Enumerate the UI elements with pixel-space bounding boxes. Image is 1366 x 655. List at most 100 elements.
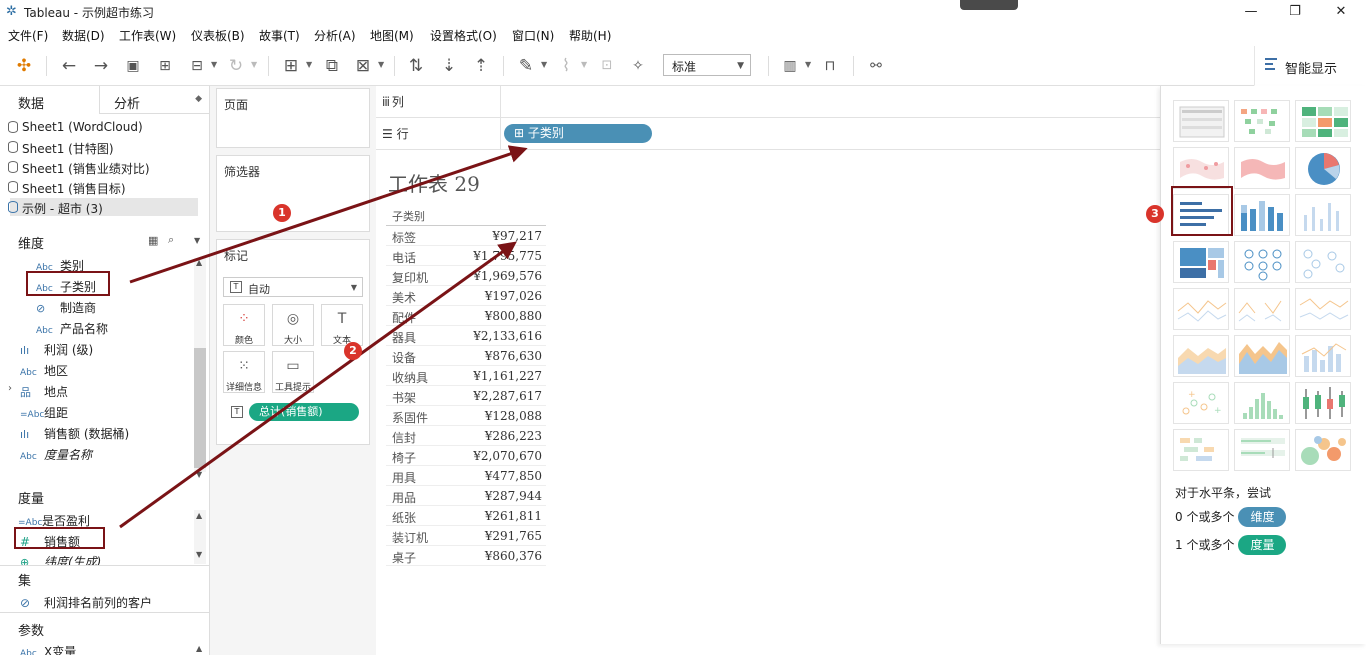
- chart-type-dual-lines[interactable]: [1295, 288, 1351, 330]
- table-row[interactable]: 纸张 ¥261,811: [386, 506, 546, 526]
- table-row[interactable]: 美术 ¥197,026: [386, 286, 546, 306]
- field-location[interactable]: 品地点: [20, 383, 68, 400]
- scroll-down-icon[interactable]: ▼: [196, 470, 202, 479]
- detail-button[interactable]: ⁙ 详细信息: [223, 351, 265, 393]
- color-button[interactable]: ⁘ 颜色: [223, 304, 265, 346]
- menu-format[interactable]: 设置格式(O): [430, 27, 497, 44]
- table-row[interactable]: 电话 ¥1,795,775: [386, 246, 546, 266]
- chart-type-dual-combination[interactable]: [1295, 335, 1351, 377]
- table-row[interactable]: 用品 ¥287,944: [386, 486, 546, 506]
- datasource-item[interactable]: Sheet1 (销售目标): [8, 180, 126, 197]
- dropdown-arrow-icon[interactable]: ▼: [378, 60, 384, 69]
- dropdown-arrow-icon[interactable]: ▼: [211, 60, 217, 69]
- field-region[interactable]: Abc 地区: [20, 362, 68, 379]
- dropdown-arrow-icon[interactable]: ▼: [251, 60, 257, 69]
- undo-icon[interactable]: ←: [57, 55, 81, 77]
- clear-sheet-icon[interactable]: ⊠: [351, 55, 375, 77]
- menu-map[interactable]: 地图(M): [370, 27, 414, 44]
- table-row[interactable]: 复印机 ¥1,969,576: [386, 266, 546, 286]
- expand-arrow-icon[interactable]: ›: [8, 383, 12, 394]
- field-latitude[interactable]: ⊕ 纬度(生成): [20, 553, 101, 565]
- table-row[interactable]: 标签 ¥97,217: [386, 226, 546, 246]
- pause-updates-icon[interactable]: ⊟: [185, 55, 209, 77]
- table-row[interactable]: 用具 ¥477,850: [386, 466, 546, 486]
- chart-type-heat-map[interactable]: [1234, 100, 1290, 142]
- datasource-item[interactable]: Sheet1 (销售业绩对比): [8, 160, 150, 177]
- table-row[interactable]: 设备 ¥876,630: [386, 346, 546, 366]
- show-cards-icon[interactable]: ▥: [778, 55, 802, 77]
- chart-type-area-discrete[interactable]: [1234, 335, 1290, 377]
- fix-axes-icon[interactable]: ✧: [626, 55, 650, 77]
- swap-rows-columns-icon[interactable]: ⇅: [404, 55, 428, 77]
- text-button[interactable]: T 文本: [321, 304, 363, 346]
- chart-type-discrete-lines[interactable]: [1234, 288, 1290, 330]
- field-sales-bin[interactable]: ılı 销售额 (数据桶): [20, 425, 129, 442]
- share-icon[interactable]: ⚯: [864, 55, 888, 77]
- chart-type-histogram[interactable]: [1234, 382, 1290, 424]
- dropdown-arrow-icon[interactable]: ▼: [805, 60, 811, 69]
- table-row[interactable]: 收纳具 ¥1,161,227: [386, 366, 546, 386]
- chart-type-symbol-map[interactable]: [1173, 147, 1229, 189]
- subcategory-pill[interactable]: ⊞ 子类别: [504, 124, 652, 143]
- scroll-up-icon[interactable]: ▲: [196, 511, 202, 520]
- fit-select[interactable]: 标准 ▼: [663, 54, 751, 76]
- param-x-variable[interactable]: Abc X变量: [20, 643, 76, 655]
- table-row[interactable]: 椅子 ¥2,070,670: [386, 446, 546, 466]
- tab-analysis[interactable]: 分析: [114, 93, 140, 112]
- redo-icon[interactable]: →: [89, 55, 113, 77]
- view-list-icon[interactable]: ▦: [148, 234, 158, 247]
- field-measure-names[interactable]: Abc 度量名称: [20, 446, 92, 463]
- menu-analysis[interactable]: 分析(A): [314, 27, 356, 44]
- menu-file[interactable]: 文件(F): [8, 27, 48, 44]
- dropdown-arrow-icon[interactable]: ▼: [541, 60, 547, 69]
- tableau-home-icon[interactable]: ✣: [12, 55, 36, 77]
- menu-data[interactable]: 数据(D): [62, 27, 105, 44]
- chart-type-box-whisker[interactable]: [1295, 382, 1351, 424]
- chart-type-filled-map[interactable]: [1234, 147, 1290, 189]
- dimensions-scroll-thumb[interactable]: [194, 348, 206, 468]
- chart-type-area-continuous[interactable]: [1173, 335, 1229, 377]
- chart-type-circle-views[interactable]: [1234, 241, 1290, 283]
- mark-type-select[interactable]: T 自动 ▼: [223, 277, 363, 297]
- table-row[interactable]: 装订机 ¥291,765: [386, 526, 546, 546]
- show-mark-labels-icon[interactable]: ⊡: [595, 55, 619, 77]
- chart-type-stacked-bars[interactable]: [1234, 194, 1290, 236]
- new-datasource-icon[interactable]: ⊞: [153, 55, 177, 77]
- chart-type-text-table[interactable]: [1173, 100, 1229, 142]
- presentation-mode-icon[interactable]: ⊓: [818, 55, 842, 77]
- table-header[interactable]: 子类别: [392, 208, 425, 224]
- menu-worksheet[interactable]: 工作表(W): [119, 27, 176, 44]
- sort-ascending-icon[interactable]: ⇣: [437, 55, 461, 77]
- save-icon[interactable]: ▣: [121, 55, 145, 77]
- chart-type-scatter-plot[interactable]: + +: [1173, 382, 1229, 424]
- scroll-up-icon[interactable]: ▲: [196, 644, 202, 653]
- sheet-title[interactable]: 工作表 29: [388, 168, 480, 197]
- datasource-item[interactable]: Sheet1 (甘特图): [8, 140, 114, 157]
- chevron-updown-icon[interactable]: ◆: [195, 94, 202, 104]
- set-top-customers[interactable]: ⊘ 利润排名前列的客户: [20, 594, 152, 611]
- tab-data[interactable]: 数据: [18, 93, 44, 112]
- highlight-icon[interactable]: ✎: [514, 55, 538, 77]
- chart-type-gantt-chart[interactable]: [1173, 429, 1229, 471]
- dropdown-arrow-icon[interactable]: ▼: [306, 60, 312, 69]
- table-row[interactable]: 系固件 ¥128,088: [386, 406, 546, 426]
- sum-sales-pill[interactable]: 总计(销售额): [249, 403, 359, 421]
- table-row[interactable]: 信封 ¥286,223: [386, 426, 546, 446]
- datasource-item-active[interactable]: 示例 - 超市 (3): [8, 200, 103, 217]
- duplicate-sheet-icon[interactable]: ⧉: [320, 55, 344, 77]
- chart-type-highlight-table[interactable]: [1295, 100, 1351, 142]
- tooltip-button[interactable]: ▭ 工具提示: [272, 351, 314, 393]
- chart-type-bullet-graph[interactable]: [1234, 429, 1290, 471]
- new-worksheet-icon[interactable]: ⊞: [279, 55, 303, 77]
- chart-type-packed-bubbles[interactable]: [1295, 429, 1351, 471]
- menu-window[interactable]: 窗口(N): [512, 27, 554, 44]
- sort-descending-icon[interactable]: ⇡: [469, 55, 493, 77]
- chart-type-side-by-side-bars[interactable]: [1295, 194, 1351, 236]
- field-product-name[interactable]: Abc 产品名称: [36, 320, 108, 337]
- menu-story[interactable]: 故事(T): [259, 27, 300, 44]
- minimize-button[interactable]: —: [1236, 2, 1266, 22]
- menu-dashboard[interactable]: 仪表板(B): [191, 27, 245, 44]
- size-button[interactable]: ◎ 大小: [272, 304, 314, 346]
- scroll-up-icon[interactable]: ▲: [196, 258, 202, 267]
- refresh-icon[interactable]: ↻: [224, 55, 248, 77]
